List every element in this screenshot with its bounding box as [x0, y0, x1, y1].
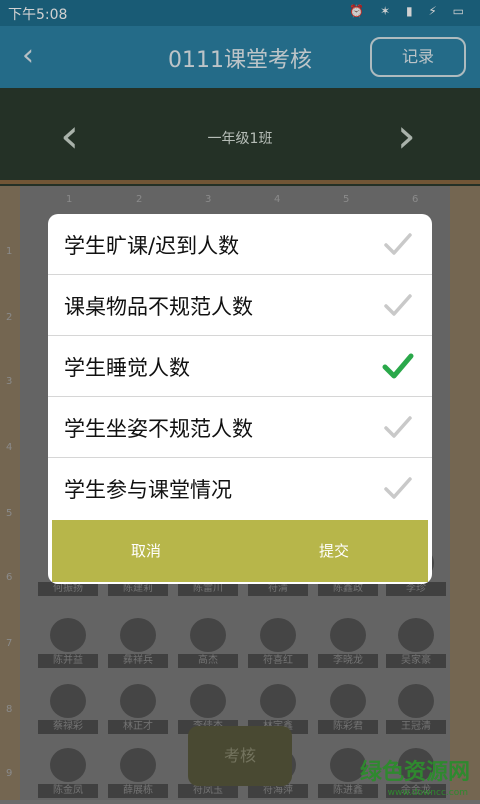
check-icon[interactable] [380, 409, 416, 445]
option-row[interactable]: 学生参与课堂情况 [48, 458, 432, 518]
option-row[interactable]: 学生睡觉人数 [48, 336, 432, 397]
option-label: 学生参与课堂情况 [64, 478, 232, 502]
cancel-button[interactable]: 取消 [52, 520, 240, 582]
check-icon[interactable] [380, 226, 416, 262]
check-icon[interactable] [380, 287, 416, 323]
option-label: 学生睡觉人数 [64, 356, 190, 380]
option-row[interactable]: 学生坐姿不规范人数 [48, 397, 432, 458]
submit-button[interactable]: 提交 [240, 520, 428, 582]
option-label: 学生坐姿不规范人数 [64, 417, 253, 441]
option-row[interactable]: 学生旷课/迟到人数 [48, 214, 432, 275]
check-icon[interactable] [380, 470, 416, 506]
option-label: 课桌物品不规范人数 [64, 295, 253, 319]
check-icon-selected[interactable] [380, 348, 416, 384]
assessment-dialog: 学生旷课/迟到人数 课桌物品不规范人数 学生睡觉人数 学生坐姿不规范人数 学生参… [48, 214, 432, 584]
option-label: 学生旷课/迟到人数 [64, 234, 240, 258]
option-row[interactable]: 课桌物品不规范人数 [48, 275, 432, 336]
dialog-actions: 取消 提交 [52, 520, 428, 582]
